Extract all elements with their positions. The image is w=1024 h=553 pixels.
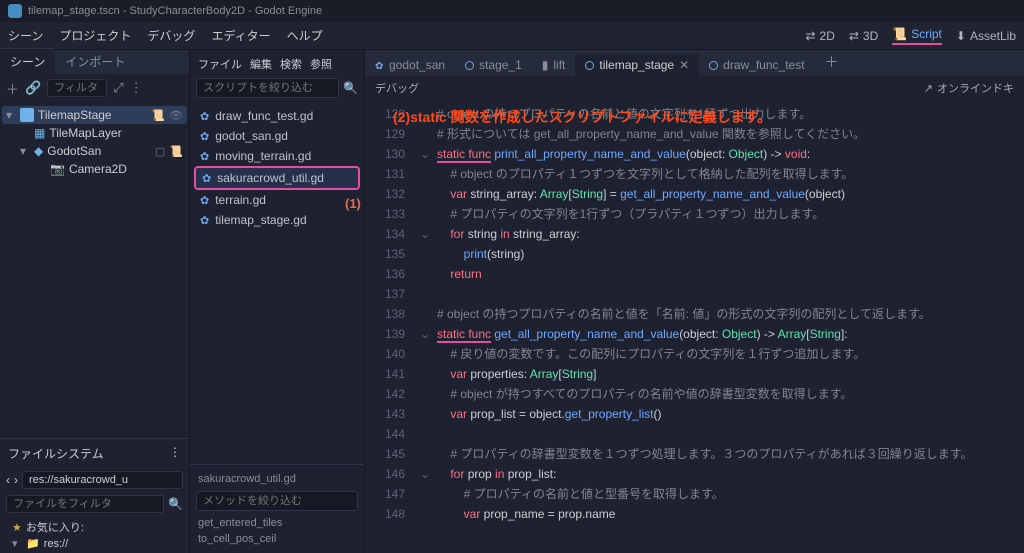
editor-tab[interactable]: ▮lift xyxy=(532,54,576,76)
close-icon[interactable]: ✕ xyxy=(679,58,689,72)
gear-icon: ✿ xyxy=(200,110,209,123)
gear-icon: ✿ xyxy=(200,150,209,163)
add-tab-button[interactable]: ＋ xyxy=(815,50,849,76)
script-item-selected[interactable]: ✿sakuracrowd_util.gd xyxy=(194,166,360,190)
scene-tree: ▾ TilemapStage 📜👁 ▦ TileMapLayer ▾◆ Godo… xyxy=(0,102,189,182)
instance-icon: ◆ xyxy=(34,144,43,158)
annotation-1: (1) xyxy=(345,196,361,211)
fs-search-icon[interactable]: 🔍 xyxy=(168,497,183,511)
script-menu-goto[interactable]: 参照 xyxy=(310,56,332,72)
filesystem-dock: ファイルシステム ⋮ ‹ › 🔍 ★ お気に入り: ▾📁 res:// xyxy=(0,438,189,553)
debug-label[interactable]: デバッグ xyxy=(375,80,419,96)
fs-fwd-icon[interactable]: › xyxy=(14,473,18,487)
editor-tab[interactable]: draw_func_test xyxy=(699,54,814,76)
script-item[interactable]: ✿terrain.gd xyxy=(194,190,360,210)
mode-2d-button[interactable]: ⇄ 2D xyxy=(805,29,834,43)
menu-debug[interactable]: デバッグ xyxy=(147,27,195,44)
script-attached-icon[interactable]: 📜 xyxy=(151,109,165,122)
mode-assetlib-button[interactable]: ⬇ AssetLib xyxy=(956,29,1016,43)
script-menu-file[interactable]: ファイル xyxy=(198,56,242,72)
fs-path-input[interactable] xyxy=(22,471,183,489)
code-editor[interactable]: 128# object の持つプロパティの名前と値の文字列を1行ずつ出力します。… xyxy=(365,100,1024,528)
script-filter-input[interactable] xyxy=(196,78,339,98)
scene-open-icon[interactable]: ▢ xyxy=(155,145,165,158)
script-item[interactable]: ✿tilemap_stage.gd xyxy=(194,210,360,230)
more-icon[interactable]: ⋮ xyxy=(130,80,143,96)
script-menu-edit[interactable]: 編集 xyxy=(250,56,272,72)
menubar: シーン プロジェクト デバッグ エディター ヘルプ ⇄ 2D ⇄ 3D 📜 Sc… xyxy=(0,22,1024,50)
script-item[interactable]: ✿moving_terrain.gd xyxy=(194,146,360,166)
gear-icon: ✿ xyxy=(200,130,209,143)
filesystem-title: ファイルシステム xyxy=(8,445,104,462)
tilemap-icon: ▦ xyxy=(34,126,45,140)
script-item[interactable]: ✿draw_func_test.gd xyxy=(194,106,360,126)
node-tilemap-stage[interactable]: ▾ TilemapStage 📜👁 xyxy=(2,106,187,124)
menu-editor[interactable]: エディター xyxy=(211,27,270,44)
method-item[interactable]: to_cell_pos_ceil xyxy=(196,531,358,547)
gear-icon: ✿ xyxy=(200,194,209,207)
mode-script-button[interactable]: 📜 Script xyxy=(892,27,942,45)
script-menu-search[interactable]: 検索 xyxy=(280,56,302,72)
menu-scene[interactable]: シーン xyxy=(8,27,43,44)
titlebar: tilemap_stage.tscn - StudyCharacterBody2… xyxy=(0,0,1024,22)
current-script-name: sakuracrowd_util.gd xyxy=(196,471,358,487)
menu-project[interactable]: プロジェクト xyxy=(59,27,131,44)
editor-tab[interactable]: stage_1 xyxy=(455,54,532,76)
gear-icon: ✿ xyxy=(200,214,209,227)
node2d-icon xyxy=(20,108,34,122)
window-title: tilemap_stage.tscn - StudyCharacterBody2… xyxy=(28,5,322,17)
visibility-icon[interactable]: 👁 xyxy=(169,109,183,122)
editor-tabs: ✿godot_san stage_1 ▮lift tilemap_stage✕ … xyxy=(365,50,1024,76)
tab-scene[interactable]: シーン xyxy=(0,48,55,74)
node-tilemaplayer[interactable]: ▦ TileMapLayer xyxy=(2,124,187,142)
fs-more-icon[interactable]: ⋮ xyxy=(169,445,181,462)
mode-3d-button[interactable]: ⇄ 3D xyxy=(849,29,878,43)
script-icon[interactable]: 📜 xyxy=(169,145,183,158)
camera-icon: 📷 xyxy=(50,162,65,176)
method-filter-input[interactable] xyxy=(196,491,358,511)
node-camera2d[interactable]: 📷 Camera2D xyxy=(2,160,187,178)
online-docs-button[interactable]: ↗ オンラインドキ xyxy=(924,80,1014,96)
script-search-icon[interactable]: 🔍 xyxy=(343,81,358,95)
scene-filter-input[interactable] xyxy=(47,79,107,97)
fs-res-root[interactable]: ▾📁 res:// xyxy=(8,536,181,551)
editor-tab-active[interactable]: tilemap_stage✕ xyxy=(575,54,699,76)
editor-tab[interactable]: ✿godot_san xyxy=(365,54,455,76)
method-item[interactable]: get_entered_tiles xyxy=(196,515,358,531)
add-node-icon[interactable]: ＋ xyxy=(6,79,19,98)
fs-favorites[interactable]: ★ お気に入り: xyxy=(8,518,181,536)
gear-icon: ✿ xyxy=(202,172,211,185)
fs-filter-input[interactable] xyxy=(6,495,164,513)
expand-icon[interactable]: ⤢ xyxy=(113,80,123,96)
annotation-2: (2)static 関数を作成したスクリプトファイルに定義します。 xyxy=(393,107,771,127)
link-icon[interactable]: 🔗 xyxy=(25,80,41,96)
app-logo-icon xyxy=(8,4,22,18)
scene-dock: シーン インポート ＋ 🔗 ⤢ ⋮ ▾ TilemapStage 📜👁 ▦ Ti… xyxy=(0,50,190,553)
fs-back-icon[interactable]: ‹ xyxy=(6,473,10,487)
node-godotsan[interactable]: ▾◆ GodotSan ▢📜 xyxy=(2,142,187,160)
tab-import[interactable]: インポート xyxy=(55,49,135,74)
menu-help[interactable]: ヘルプ xyxy=(287,27,323,44)
script-list-panel: ファイル 編集 検索 参照 🔍 ✿draw_func_test.gd ✿godo… xyxy=(190,50,365,553)
script-item[interactable]: ✿godot_san.gd xyxy=(194,126,360,146)
